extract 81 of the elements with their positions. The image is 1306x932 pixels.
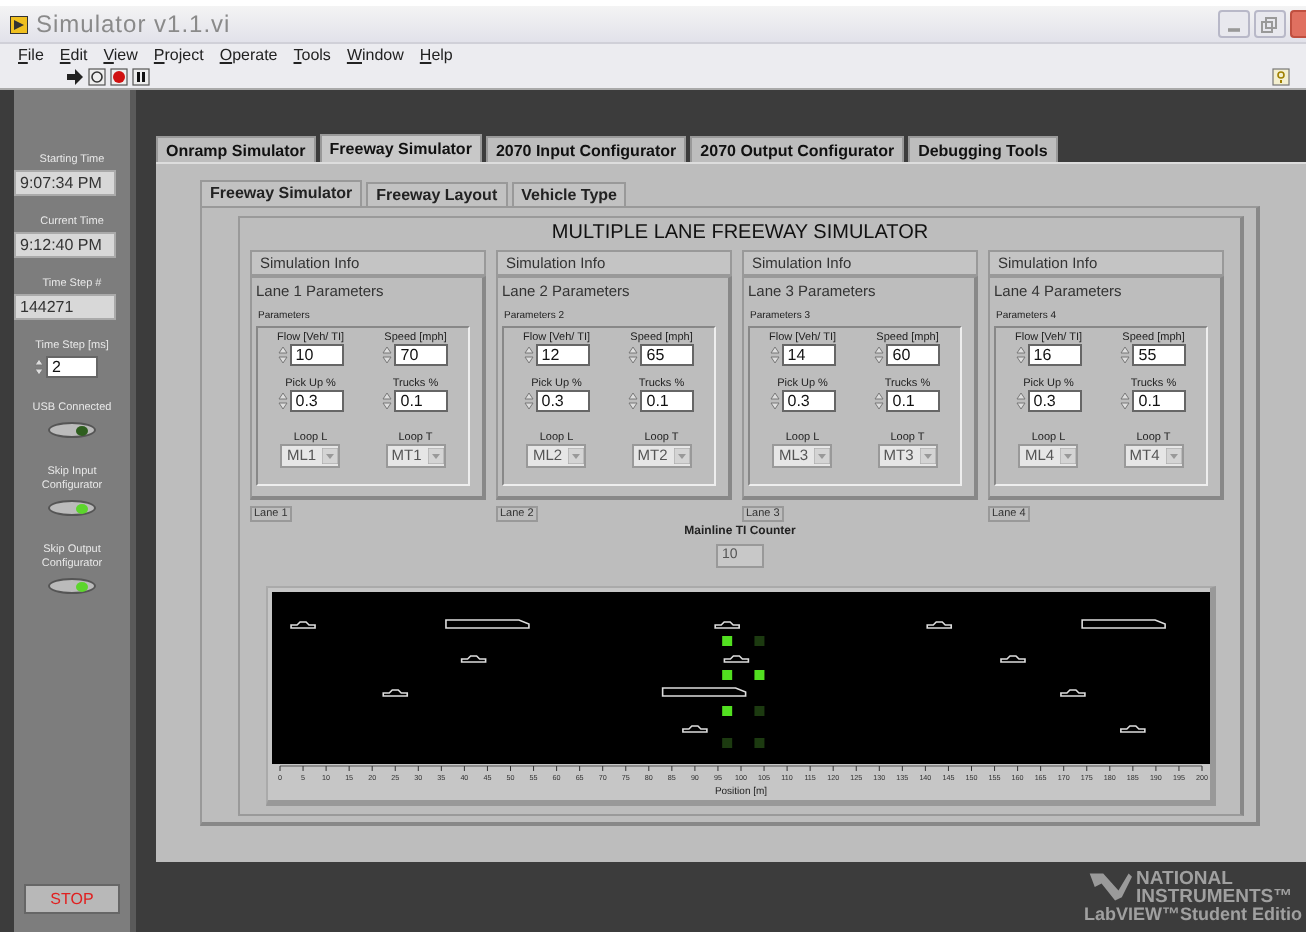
increment-arrows-icon[interactable] [277,346,288,364]
tab[interactable]: Debugging Tools [908,136,1058,162]
abort-icon[interactable] [110,68,128,86]
increment-arrows-icon[interactable] [1015,346,1026,364]
increment-arrows-icon[interactable] [628,346,639,364]
run-continuously-icon[interactable] [88,68,106,86]
menu-item[interactable]: View [95,46,146,64]
increment-arrows-icon[interactable] [277,392,288,411]
minimize-button[interactable] [1218,10,1250,38]
increment-arrows-icon[interactable] [1120,346,1131,364]
tab[interactable]: Freeway Layout [366,182,508,206]
value-display: 9:12:40 PM [14,232,116,258]
close-button[interactable] [1290,10,1306,38]
increment-arrows-icon[interactable] [34,358,44,376]
led-toggle[interactable] [48,422,96,438]
run-arrow-icon[interactable] [66,68,84,86]
increment-arrows-icon[interactable] [874,346,885,364]
menu-item[interactable]: Window [338,46,412,64]
brand-text: NATIONAL [1134,870,1233,888]
caret-icon[interactable] [814,447,831,464]
pause-icon[interactable] [132,68,150,86]
number-field[interactable]: 14 [781,344,836,366]
tab[interactable]: Freeway Simulator [319,134,482,162]
value-display: 144271 [14,294,116,320]
help-icon[interactable] [1272,68,1290,86]
caret-icon[interactable] [1060,447,1077,464]
brand-text: INSTRUMENTS™ [1136,888,1293,906]
increment-arrows-icon[interactable] [523,346,534,364]
increment-arrows-icon[interactable] [628,392,639,411]
number-field[interactable]: 60 [886,344,941,366]
increment-arrows-icon[interactable] [523,392,534,411]
caret-icon[interactable] [919,447,936,464]
tab[interactable]: Vehicle Type [511,182,627,206]
number-field[interactable]: 65 [640,344,695,366]
number-field[interactable]: 10 [289,344,344,366]
menu-item[interactable]: Tools [285,46,339,64]
number-field[interactable]: 16 [1027,344,1082,366]
number-field[interactable]: 0.1 [640,390,695,413]
value-display: 9:07:34 PM [14,170,116,196]
menu-item[interactable]: File [10,46,52,64]
caret-icon[interactable] [322,447,339,464]
number-field[interactable]: 70 [394,344,449,366]
number-field[interactable]: 0.1 [886,390,941,413]
menu-item[interactable]: Help [411,46,461,64]
increment-arrows-icon[interactable] [874,392,885,411]
number-field[interactable]: 0.1 [394,390,449,413]
restore-button[interactable] [1254,10,1286,38]
led-toggle[interactable] [48,500,96,516]
ni-logo-icon [1088,870,1132,904]
tab[interactable]: Onramp Simulator [156,136,316,162]
panel-title: MULTIPLE LANE FREEWAY SIMULATOR [551,222,929,244]
increment-arrows-icon[interactable] [382,346,393,364]
caret-icon[interactable] [1165,447,1182,464]
caret-icon[interactable] [427,447,444,464]
tab[interactable]: Freeway Simulator [200,180,363,206]
menu-item[interactable]: Project [145,46,212,64]
tab[interactable]: 2070 Output Configurator [690,136,905,162]
brand-text: LabVIEW™Student Editio [1084,906,1302,924]
minimize-icon [1228,28,1240,32]
number-field[interactable]: 0.3 [1027,390,1082,413]
increment-arrows-icon[interactable] [769,392,780,411]
number-field[interactable]: 2 [46,356,98,378]
caret-icon[interactable] [673,447,690,464]
caret-icon[interactable] [568,447,585,464]
number-field[interactable]: 0.3 [535,390,590,413]
menu-item[interactable]: Operate [211,46,286,64]
menu-item[interactable]: Edit [51,46,96,64]
number-field[interactable]: 0.3 [781,390,836,413]
increment-arrows-icon[interactable] [382,392,393,411]
app-icon [10,15,28,33]
number-field[interactable]: 55 [1132,344,1187,366]
number-field[interactable]: 12 [535,344,590,366]
number-field[interactable]: 0.1 [1132,390,1187,413]
increment-arrows-icon[interactable] [1015,392,1026,411]
increment-arrows-icon[interactable] [1120,392,1131,411]
tab[interactable]: 2070 Input Configurator [485,136,687,162]
number-field[interactable]: 0.3 [289,390,344,413]
window-title: Simulator v1.1.vi [36,10,233,38]
led-toggle[interactable] [48,578,96,594]
restore-icon [1259,15,1277,33]
increment-arrows-icon[interactable] [769,346,780,364]
